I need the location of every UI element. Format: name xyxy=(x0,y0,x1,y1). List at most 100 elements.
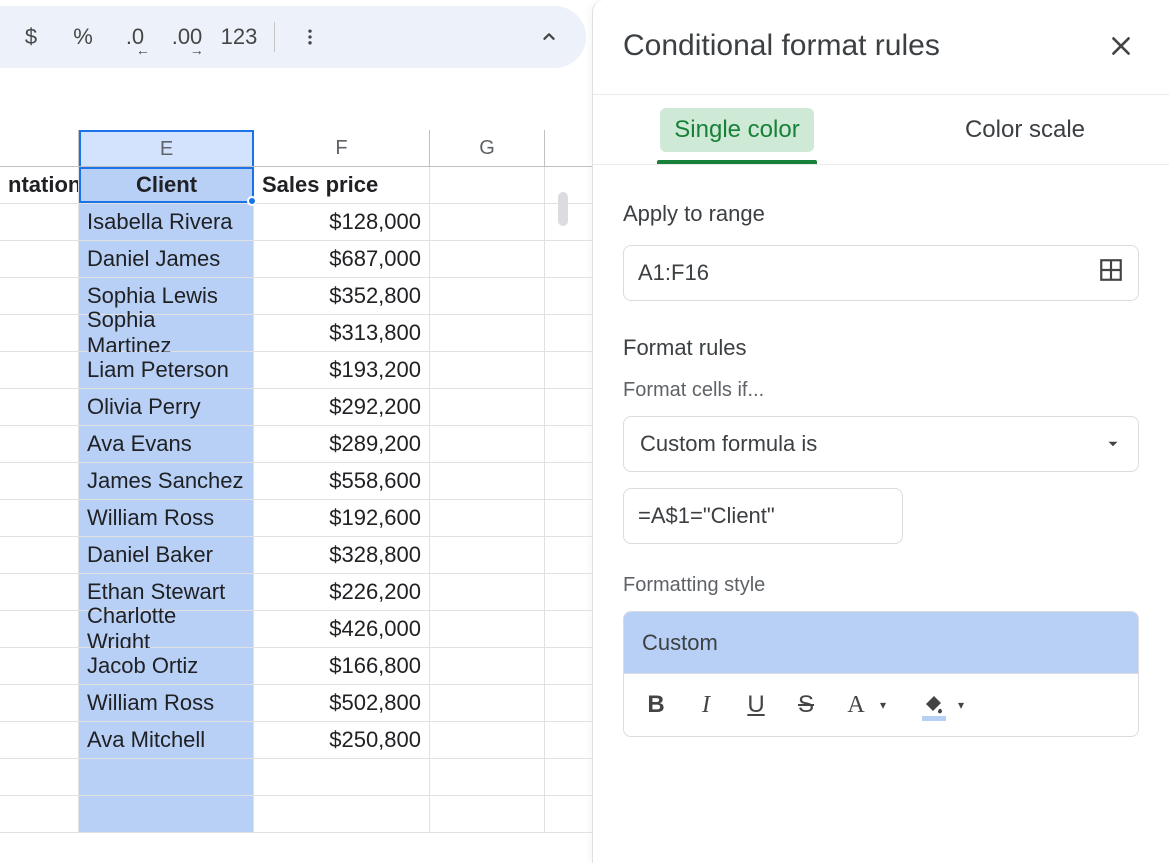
cell-D[interactable] xyxy=(0,722,79,758)
spreadsheet-grid[interactable]: E F G ntation Client Sales price Isabell… xyxy=(0,130,592,833)
bold-button[interactable]: B xyxy=(634,683,678,727)
cell-G-header[interactable] xyxy=(430,167,545,203)
strikethrough-button[interactable]: S xyxy=(784,683,828,727)
cell-E[interactable] xyxy=(79,759,254,795)
cell-D[interactable] xyxy=(0,241,79,277)
cell-F[interactable] xyxy=(254,759,430,795)
cell-D[interactable] xyxy=(0,685,79,721)
cell-D[interactable] xyxy=(0,611,79,647)
cell-F[interactable]: $192,600 xyxy=(254,500,430,536)
italic-button[interactable]: I xyxy=(684,683,728,727)
cell-D[interactable] xyxy=(0,278,79,314)
cell-G[interactable] xyxy=(430,500,545,536)
cell-E[interactable]: William Ross xyxy=(79,500,254,536)
col-header-D-stub[interactable] xyxy=(0,130,79,166)
cell-G[interactable] xyxy=(430,241,545,277)
cell-D[interactable] xyxy=(0,648,79,684)
cell-D[interactable] xyxy=(0,500,79,536)
cell-F[interactable]: $292,200 xyxy=(254,389,430,425)
apply-range-input[interactable]: A1:F16 xyxy=(623,245,1139,301)
cell-E[interactable]: Sophia Martinez xyxy=(79,315,254,351)
cell-F[interactable]: $426,000 xyxy=(254,611,430,647)
cell-E[interactable]: Ava Mitchell xyxy=(79,722,254,758)
tab-color-scale[interactable]: Color scale xyxy=(881,95,1169,164)
select-range-icon[interactable] xyxy=(1098,257,1124,289)
cell-D[interactable] xyxy=(0,463,79,499)
fill-color-button[interactable] xyxy=(912,683,956,727)
cell-F[interactable]: $352,800 xyxy=(254,278,430,314)
cell-D[interactable] xyxy=(0,426,79,462)
cell-D[interactable] xyxy=(0,352,79,388)
number-format-button[interactable]: 123 xyxy=(214,16,264,58)
text-color-button[interactable]: A xyxy=(834,683,878,727)
cell-G[interactable] xyxy=(430,537,545,573)
cell-F-header[interactable]: Sales price xyxy=(254,167,430,203)
cell-D[interactable] xyxy=(0,759,79,795)
cell-E[interactable] xyxy=(79,796,254,832)
cell-E[interactable]: Jacob Ortiz xyxy=(79,648,254,684)
cell-E[interactable]: Ava Evans xyxy=(79,426,254,462)
cell-D[interactable] xyxy=(0,315,79,351)
col-header-E[interactable]: E xyxy=(79,130,254,166)
cell-E[interactable]: Daniel Baker xyxy=(79,537,254,573)
cell-G[interactable] xyxy=(430,685,545,721)
cell-F[interactable] xyxy=(254,796,430,832)
cell-D[interactable] xyxy=(0,204,79,240)
cell-G[interactable] xyxy=(430,463,545,499)
increase-decimal-button[interactable]: .00 → xyxy=(162,16,212,58)
cell-E[interactable]: Liam Peterson xyxy=(79,352,254,388)
more-options-button[interactable] xyxy=(285,16,335,58)
formula-input[interactable]: =A$1="Client" xyxy=(623,488,903,544)
cell-E[interactable]: James Sanchez xyxy=(79,463,254,499)
cell-G[interactable] xyxy=(430,204,545,240)
col-header-G[interactable]: G xyxy=(430,130,545,166)
cell-G[interactable] xyxy=(430,426,545,462)
vertical-scroll-thumb[interactable] xyxy=(558,192,568,226)
cell-G[interactable] xyxy=(430,759,545,795)
condition-select[interactable]: Custom formula is xyxy=(623,416,1139,472)
cell-E[interactable]: Daniel James xyxy=(79,241,254,277)
collapse-toolbar-button[interactable] xyxy=(524,16,574,58)
cell-D[interactable] xyxy=(0,389,79,425)
cell-G[interactable] xyxy=(430,352,545,388)
decrease-decimal-button[interactable]: .0 ← xyxy=(110,16,160,58)
cell-F[interactable]: $250,800 xyxy=(254,722,430,758)
cell-F[interactable]: $289,200 xyxy=(254,426,430,462)
selection-handle[interactable] xyxy=(247,196,257,206)
cell-F[interactable]: $226,200 xyxy=(254,574,430,610)
cell-D[interactable] xyxy=(0,537,79,573)
cell-E[interactable]: William Ross xyxy=(79,685,254,721)
text-color-caret-icon[interactable]: ▾ xyxy=(880,698,886,712)
underline-button[interactable]: U xyxy=(734,683,778,727)
cell-D[interactable] xyxy=(0,574,79,610)
cell-G[interactable] xyxy=(430,315,545,351)
fill-color-caret-icon[interactable]: ▾ xyxy=(958,698,964,712)
cell-F[interactable]: $193,200 xyxy=(254,352,430,388)
cell-E-header[interactable]: Client xyxy=(79,167,254,203)
cell-F[interactable]: $328,800 xyxy=(254,537,430,573)
cell-F[interactable]: $128,000 xyxy=(254,204,430,240)
cell-F[interactable]: $502,800 xyxy=(254,685,430,721)
col-header-F[interactable]: F xyxy=(254,130,430,166)
cell-G[interactable] xyxy=(430,722,545,758)
cell-F[interactable]: $166,800 xyxy=(254,648,430,684)
cell-E[interactable]: Isabella Rivera xyxy=(79,204,254,240)
currency-button[interactable]: $ xyxy=(6,16,56,58)
cell-D-header[interactable]: ntation xyxy=(0,167,79,203)
cell-G[interactable] xyxy=(430,389,545,425)
close-panel-button[interactable] xyxy=(1103,28,1139,64)
cell-D[interactable] xyxy=(0,796,79,832)
tab-single-color[interactable]: Single color xyxy=(593,95,881,164)
cell-E[interactable]: Olivia Perry xyxy=(79,389,254,425)
percent-button[interactable]: % xyxy=(58,16,108,58)
cell-G[interactable] xyxy=(430,648,545,684)
style-preview[interactable]: Custom xyxy=(623,611,1139,673)
cell-F[interactable]: $558,600 xyxy=(254,463,430,499)
cell-G[interactable] xyxy=(430,574,545,610)
cell-G[interactable] xyxy=(430,796,545,832)
cell-F[interactable]: $687,000 xyxy=(254,241,430,277)
cell-E[interactable]: Charlotte Wright xyxy=(79,611,254,647)
cell-G[interactable] xyxy=(430,278,545,314)
cell-F[interactable]: $313,800 xyxy=(254,315,430,351)
cell-G[interactable] xyxy=(430,611,545,647)
